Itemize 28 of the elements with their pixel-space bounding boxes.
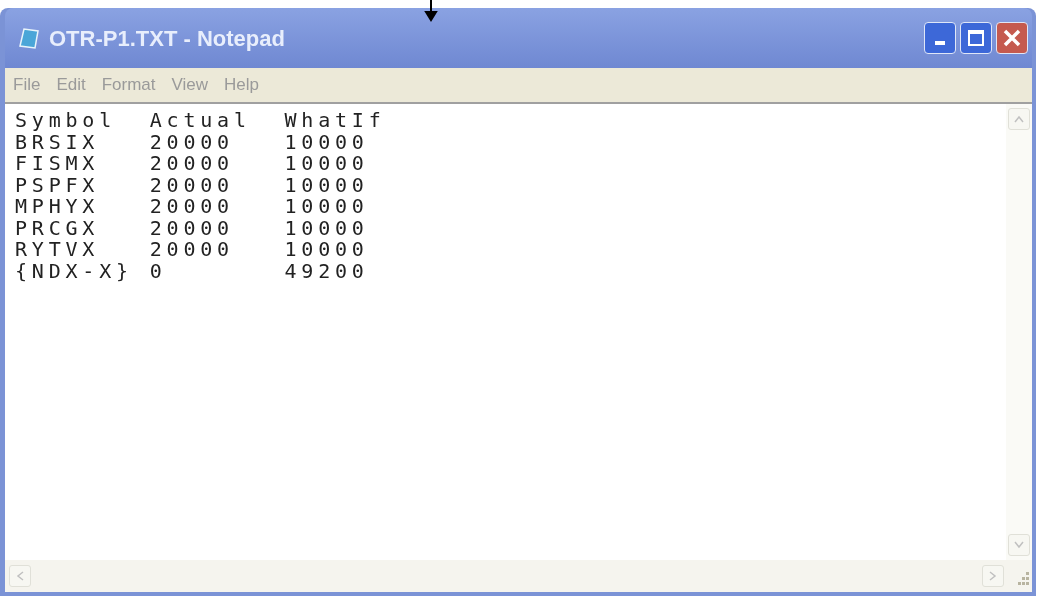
menu-item[interactable]: View	[171, 72, 209, 98]
horizontal-scrollbar[interactable]	[5, 560, 1032, 592]
text-line: RYTVX 20000 10000	[15, 239, 369, 261]
notepad-icon	[17, 26, 41, 50]
cursor-icon	[424, 0, 438, 22]
menu-item[interactable]: Format	[101, 72, 156, 98]
scroll-left-icon[interactable]	[9, 565, 31, 587]
menu-item[interactable]: File	[13, 72, 41, 98]
scroll-up-icon[interactable]	[1008, 108, 1030, 130]
text-line: PRCGX 20000 10000	[15, 217, 369, 239]
text-line: Symbol Actual WhatIf	[15, 110, 386, 132]
text-line: PSPFX 20000 10000	[15, 174, 369, 196]
scroll-right-icon[interactable]	[982, 565, 1004, 587]
maximize-button[interactable]	[960, 22, 992, 54]
vertical-scrollbar[interactable]	[1006, 104, 1032, 560]
minimize-icon	[935, 41, 945, 45]
menu-item[interactable]: Edit	[56, 72, 86, 98]
text-line: FISMX 20000 10000	[15, 153, 369, 175]
text-line: {NDX-X} 0 49200	[15, 260, 369, 282]
text-line: MPHYX 20000 10000	[15, 196, 369, 218]
minimize-button[interactable]	[924, 22, 956, 54]
text-line: BRSIX 20000 10000	[15, 131, 369, 153]
close-icon	[1002, 28, 1022, 48]
maximize-icon	[967, 29, 985, 47]
menu-item[interactable]: Help	[224, 72, 260, 98]
window-title: OTR-P1.TXT - Notepad	[49, 24, 285, 53]
close-button[interactable]	[996, 22, 1028, 54]
scroll-down-icon[interactable]	[1008, 534, 1030, 556]
